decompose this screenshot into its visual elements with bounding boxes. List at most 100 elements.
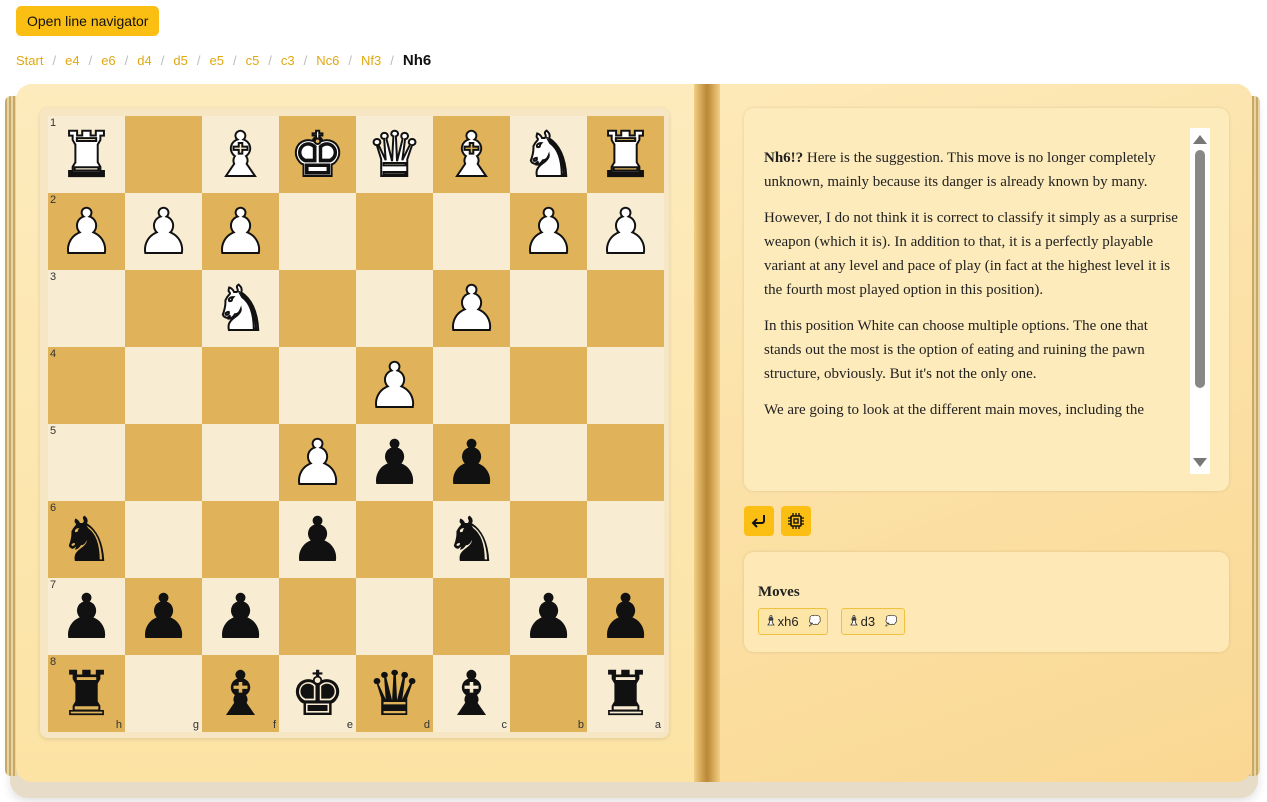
black-pawn-icon[interactable]: ♟ xyxy=(598,585,654,648)
black-king-icon[interactable]: ♚ xyxy=(290,662,346,725)
board-square[interactable]: ♟ xyxy=(510,193,587,270)
scroll-down-arrow-icon[interactable] xyxy=(1193,458,1207,467)
board-square[interactable]: 6 ♞ xyxy=(48,501,125,578)
back-button[interactable] xyxy=(744,506,774,536)
board-square[interactable]: d ♛ xyxy=(356,655,433,732)
board-square[interactable]: ♟ xyxy=(125,193,202,270)
board-square[interactable]: ♞ xyxy=(202,270,279,347)
board-square[interactable]: ♞ xyxy=(433,501,510,578)
board-square[interactable]: ♟ xyxy=(587,193,664,270)
board-square[interactable]: b xyxy=(510,655,587,732)
board-square[interactable] xyxy=(279,347,356,424)
white-pawn-icon[interactable]: ♟ xyxy=(135,199,193,263)
open-line-navigator-button[interactable]: Open line navigator xyxy=(16,6,160,36)
board-square[interactable]: ♟ xyxy=(202,578,279,655)
board-square[interactable] xyxy=(587,270,664,347)
board-square[interactable] xyxy=(356,193,433,270)
board-square[interactable]: 3 xyxy=(48,270,125,347)
board-square[interactable] xyxy=(356,501,433,578)
black-rook-icon[interactable]: ♜ xyxy=(59,662,115,725)
board-square[interactable] xyxy=(125,424,202,501)
white-pawn-icon[interactable]: ♟ xyxy=(520,199,578,263)
board-square[interactable] xyxy=(433,347,510,424)
board-square[interactable]: ♟ xyxy=(279,424,356,501)
board-square[interactable]: f ♝ xyxy=(202,655,279,732)
board-square[interactable] xyxy=(279,578,356,655)
board-square[interactable] xyxy=(510,347,587,424)
breadcrumb-item[interactable]: e5 xyxy=(209,53,223,68)
board-square[interactable]: c ♝ xyxy=(433,655,510,732)
board-square[interactable]: ♟ xyxy=(125,578,202,655)
board-square[interactable] xyxy=(202,424,279,501)
breadcrumb-item[interactable]: Nc6 xyxy=(316,53,339,68)
white-knight-icon[interactable]: ♞ xyxy=(520,122,578,186)
board-square[interactable]: e ♚ xyxy=(279,655,356,732)
black-knight-icon[interactable]: ♞ xyxy=(444,508,500,571)
board-square[interactable]: ♟ xyxy=(433,270,510,347)
board-square[interactable]: ♜ xyxy=(587,116,664,193)
breadcrumb-item[interactable]: c5 xyxy=(246,53,260,68)
board-square[interactable]: ♟ xyxy=(202,193,279,270)
move-chip-d3[interactable]: ♝ d3 💭 xyxy=(841,608,905,635)
board-square[interactable] xyxy=(125,270,202,347)
board-square[interactable]: a ♜ xyxy=(587,655,664,732)
move-chip-xh6[interactable]: ♝ xh6 💭 xyxy=(758,608,829,635)
board-square[interactable] xyxy=(510,424,587,501)
board-square[interactable] xyxy=(356,270,433,347)
board-square[interactable] xyxy=(279,270,356,347)
board-square[interactable]: ♟ xyxy=(279,501,356,578)
board-square[interactable] xyxy=(587,501,664,578)
white-bishop-icon[interactable]: ♝ xyxy=(443,122,501,186)
board-square[interactable] xyxy=(587,347,664,424)
board-square[interactable]: ♟ xyxy=(510,578,587,655)
breadcrumb-item[interactable]: d4 xyxy=(137,53,151,68)
board-square[interactable] xyxy=(587,424,664,501)
white-pawn-icon[interactable]: ♟ xyxy=(212,199,270,263)
board-square[interactable] xyxy=(202,347,279,424)
board-square[interactable] xyxy=(125,501,202,578)
commentary-scrollbar[interactable] xyxy=(1190,128,1210,474)
board-square[interactable]: ♚ xyxy=(279,116,356,193)
white-rook-icon[interactable]: ♜ xyxy=(597,122,655,186)
white-bishop-icon[interactable]: ♝ xyxy=(212,122,270,186)
scrollbar-thumb[interactable] xyxy=(1195,150,1205,388)
white-queen-icon[interactable]: ♛ xyxy=(366,122,424,186)
board-square[interactable]: ♟ xyxy=(356,424,433,501)
board-square[interactable]: 7 ♟ xyxy=(48,578,125,655)
board-square[interactable] xyxy=(510,501,587,578)
board-square[interactable]: 5 xyxy=(48,424,125,501)
black-queen-icon[interactable]: ♛ xyxy=(367,662,423,725)
engine-button[interactable] xyxy=(781,506,811,536)
black-pawn-icon[interactable]: ♟ xyxy=(367,431,423,494)
chess-board[interactable]: 1 ♜ ♝ ♚ ♛ ♝ ♞ ♜ 2 ♟ ♟ ♟ ♟ ♟ 3 ♞ ♟ 4 ♟ 5 ♟ ♟ ♟ 6 ♞ ♟ ♞ 7 ♟ ♟ ♟ ♟ ♟ 8 h ♜ g f ♝ e… xyxy=(48,116,664,732)
board-square[interactable]: 1 ♜ xyxy=(48,116,125,193)
board-square[interactable]: g xyxy=(125,655,202,732)
scroll-up-arrow-icon[interactable] xyxy=(1193,135,1207,144)
breadcrumb-item[interactable]: e6 xyxy=(101,53,115,68)
board-square[interactable]: ♞ xyxy=(510,116,587,193)
black-bishop-icon[interactable]: ♝ xyxy=(213,662,269,725)
board-square[interactable]: ♟ xyxy=(356,347,433,424)
board-square[interactable] xyxy=(510,270,587,347)
board-square[interactable]: 2 ♟ xyxy=(48,193,125,270)
board-square[interactable]: ♛ xyxy=(356,116,433,193)
black-rook-icon[interactable]: ♜ xyxy=(598,662,654,725)
board-square[interactable] xyxy=(279,193,356,270)
board-square[interactable] xyxy=(356,578,433,655)
white-pawn-icon[interactable]: ♟ xyxy=(366,353,424,417)
breadcrumb-item[interactable]: c3 xyxy=(281,53,295,68)
board-square[interactable] xyxy=(433,578,510,655)
white-pawn-icon[interactable]: ♟ xyxy=(443,276,501,340)
breadcrumb-item[interactable]: e4 xyxy=(65,53,79,68)
black-pawn-icon[interactable]: ♟ xyxy=(444,431,500,494)
black-knight-icon[interactable]: ♞ xyxy=(59,508,115,571)
black-bishop-icon[interactable]: ♝ xyxy=(444,662,500,725)
breadcrumb-item[interactable]: Start xyxy=(16,53,43,68)
board-square[interactable] xyxy=(125,116,202,193)
board-square[interactable]: ♟ xyxy=(587,578,664,655)
breadcrumb-item[interactable]: Nf3 xyxy=(361,53,381,68)
white-pawn-icon[interactable]: ♟ xyxy=(58,199,116,263)
white-rook-icon[interactable]: ♜ xyxy=(58,122,116,186)
board-square[interactable] xyxy=(433,193,510,270)
board-square[interactable]: 4 xyxy=(48,347,125,424)
